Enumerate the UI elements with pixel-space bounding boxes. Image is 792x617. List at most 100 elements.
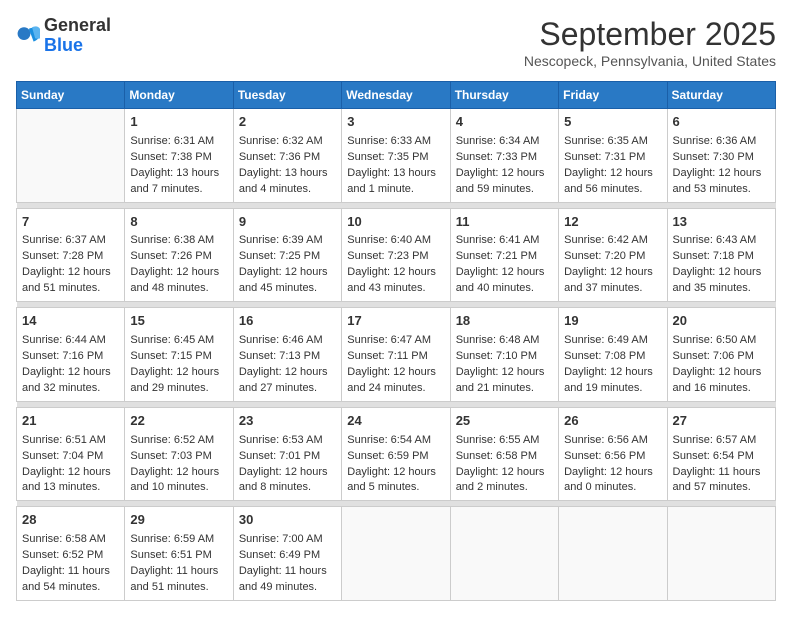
daylight-text: Daylight: 12 hours — [347, 465, 444, 481]
sunset-text: Sunset: 7:26 PM — [130, 249, 227, 265]
day-number: 18 — [456, 312, 553, 331]
daylight-text: and 51 minutes. — [130, 580, 227, 596]
sunrise-text: Sunrise: 6:47 AM — [347, 333, 444, 349]
day-number: 19 — [564, 312, 661, 331]
logo-line2: Blue — [44, 36, 111, 56]
daylight-text: and 27 minutes. — [239, 381, 336, 397]
sunrise-text: Sunrise: 6:59 AM — [130, 532, 227, 548]
calendar-cell — [342, 507, 450, 601]
calendar-week-row: 7Sunrise: 6:37 AMSunset: 7:28 PMDaylight… — [17, 208, 776, 302]
daylight-text: and 40 minutes. — [456, 281, 553, 297]
daylight-text: Daylight: 12 hours — [564, 365, 661, 381]
day-number: 6 — [673, 113, 770, 132]
daylight-text: Daylight: 12 hours — [456, 166, 553, 182]
daylight-text: and 19 minutes. — [564, 381, 661, 397]
daylight-text: Daylight: 12 hours — [130, 465, 227, 481]
sunrise-text: Sunrise: 6:53 AM — [239, 433, 336, 449]
sunrise-text: Sunrise: 6:52 AM — [130, 433, 227, 449]
calendar-cell: 25Sunrise: 6:55 AMSunset: 6:58 PMDayligh… — [450, 407, 558, 501]
daylight-text: and 54 minutes. — [22, 580, 119, 596]
sunrise-text: Sunrise: 6:36 AM — [673, 134, 770, 150]
daylight-text: Daylight: 11 hours — [673, 465, 770, 481]
calendar-cell: 20Sunrise: 6:50 AMSunset: 7:06 PMDayligh… — [667, 308, 775, 402]
day-header-friday: Friday — [559, 82, 667, 109]
calendar-cell: 5Sunrise: 6:35 AMSunset: 7:31 PMDaylight… — [559, 109, 667, 203]
daylight-text: Daylight: 12 hours — [456, 265, 553, 281]
sunset-text: Sunset: 7:36 PM — [239, 150, 336, 166]
daylight-text: Daylight: 12 hours — [673, 166, 770, 182]
sunset-text: Sunset: 7:10 PM — [456, 349, 553, 365]
calendar-cell: 27Sunrise: 6:57 AMSunset: 6:54 PMDayligh… — [667, 407, 775, 501]
day-header-thursday: Thursday — [450, 82, 558, 109]
calendar-cell: 19Sunrise: 6:49 AMSunset: 7:08 PMDayligh… — [559, 308, 667, 402]
daylight-text: Daylight: 12 hours — [564, 166, 661, 182]
daylight-text: Daylight: 12 hours — [130, 365, 227, 381]
sunset-text: Sunset: 7:18 PM — [673, 249, 770, 265]
calendar-cell: 3Sunrise: 6:33 AMSunset: 7:35 PMDaylight… — [342, 109, 450, 203]
daylight-text: Daylight: 12 hours — [22, 365, 119, 381]
sunrise-text: Sunrise: 6:37 AM — [22, 233, 119, 249]
daylight-text: and 49 minutes. — [239, 580, 336, 596]
sunrise-text: Sunrise: 6:38 AM — [130, 233, 227, 249]
sunset-text: Sunset: 7:30 PM — [673, 150, 770, 166]
daylight-text: and 13 minutes. — [22, 480, 119, 496]
day-number: 15 — [130, 312, 227, 331]
daylight-text: and 8 minutes. — [239, 480, 336, 496]
calendar-week-row: 14Sunrise: 6:44 AMSunset: 7:16 PMDayligh… — [17, 308, 776, 402]
daylight-text: Daylight: 13 hours — [239, 166, 336, 182]
calendar-cell: 15Sunrise: 6:45 AMSunset: 7:15 PMDayligh… — [125, 308, 233, 402]
day-number: 16 — [239, 312, 336, 331]
daylight-text: Daylight: 11 hours — [22, 564, 119, 580]
page-header: General Blue September 2025 Nescopeck, P… — [16, 16, 776, 69]
calendar-cell: 1Sunrise: 6:31 AMSunset: 7:38 PMDaylight… — [125, 109, 233, 203]
calendar-table: SundayMondayTuesdayWednesdayThursdayFrid… — [16, 81, 776, 601]
day-number: 5 — [564, 113, 661, 132]
sunset-text: Sunset: 7:31 PM — [564, 150, 661, 166]
daylight-text: Daylight: 12 hours — [673, 365, 770, 381]
month-title: September 2025 — [524, 16, 776, 53]
calendar-cell: 30Sunrise: 7:00 AMSunset: 6:49 PMDayligh… — [233, 507, 341, 601]
calendar-cell: 18Sunrise: 6:48 AMSunset: 7:10 PMDayligh… — [450, 308, 558, 402]
sunrise-text: Sunrise: 6:39 AM — [239, 233, 336, 249]
calendar-cell: 23Sunrise: 6:53 AMSunset: 7:01 PMDayligh… — [233, 407, 341, 501]
calendar-cell: 8Sunrise: 6:38 AMSunset: 7:26 PMDaylight… — [125, 208, 233, 302]
sunrise-text: Sunrise: 6:34 AM — [456, 134, 553, 150]
sunrise-text: Sunrise: 6:31 AM — [130, 134, 227, 150]
sunset-text: Sunset: 6:51 PM — [130, 548, 227, 564]
sunrise-text: Sunrise: 6:51 AM — [22, 433, 119, 449]
sunset-text: Sunset: 7:08 PM — [564, 349, 661, 365]
daylight-text: and 7 minutes. — [130, 182, 227, 198]
sunset-text: Sunset: 7:35 PM — [347, 150, 444, 166]
calendar-cell: 4Sunrise: 6:34 AMSunset: 7:33 PMDaylight… — [450, 109, 558, 203]
day-number: 22 — [130, 412, 227, 431]
sunrise-text: Sunrise: 6:46 AM — [239, 333, 336, 349]
daylight-text: Daylight: 11 hours — [130, 564, 227, 580]
daylight-text: Daylight: 12 hours — [22, 265, 119, 281]
daylight-text: and 57 minutes. — [673, 480, 770, 496]
day-number: 26 — [564, 412, 661, 431]
sunset-text: Sunset: 7:33 PM — [456, 150, 553, 166]
sunset-text: Sunset: 7:25 PM — [239, 249, 336, 265]
calendar-week-row: 1Sunrise: 6:31 AMSunset: 7:38 PMDaylight… — [17, 109, 776, 203]
daylight-text: Daylight: 12 hours — [239, 365, 336, 381]
daylight-text: Daylight: 13 hours — [130, 166, 227, 182]
daylight-text: Daylight: 12 hours — [22, 465, 119, 481]
day-number: 12 — [564, 213, 661, 232]
sunset-text: Sunset: 6:52 PM — [22, 548, 119, 564]
daylight-text: and 35 minutes. — [673, 281, 770, 297]
logo: General Blue — [16, 16, 111, 56]
daylight-text: Daylight: 12 hours — [347, 265, 444, 281]
sunrise-text: Sunrise: 6:41 AM — [456, 233, 553, 249]
daylight-text: and 51 minutes. — [22, 281, 119, 297]
calendar-week-row: 21Sunrise: 6:51 AMSunset: 7:04 PMDayligh… — [17, 407, 776, 501]
daylight-text: Daylight: 12 hours — [564, 465, 661, 481]
calendar-cell: 24Sunrise: 6:54 AMSunset: 6:59 PMDayligh… — [342, 407, 450, 501]
daylight-text: and 5 minutes. — [347, 480, 444, 496]
day-header-tuesday: Tuesday — [233, 82, 341, 109]
calendar-cell: 26Sunrise: 6:56 AMSunset: 6:56 PMDayligh… — [559, 407, 667, 501]
daylight-text: and 48 minutes. — [130, 281, 227, 297]
daylight-text: and 1 minute. — [347, 182, 444, 198]
calendar-cell — [667, 507, 775, 601]
day-number: 9 — [239, 213, 336, 232]
calendar-cell: 7Sunrise: 6:37 AMSunset: 7:28 PMDaylight… — [17, 208, 125, 302]
